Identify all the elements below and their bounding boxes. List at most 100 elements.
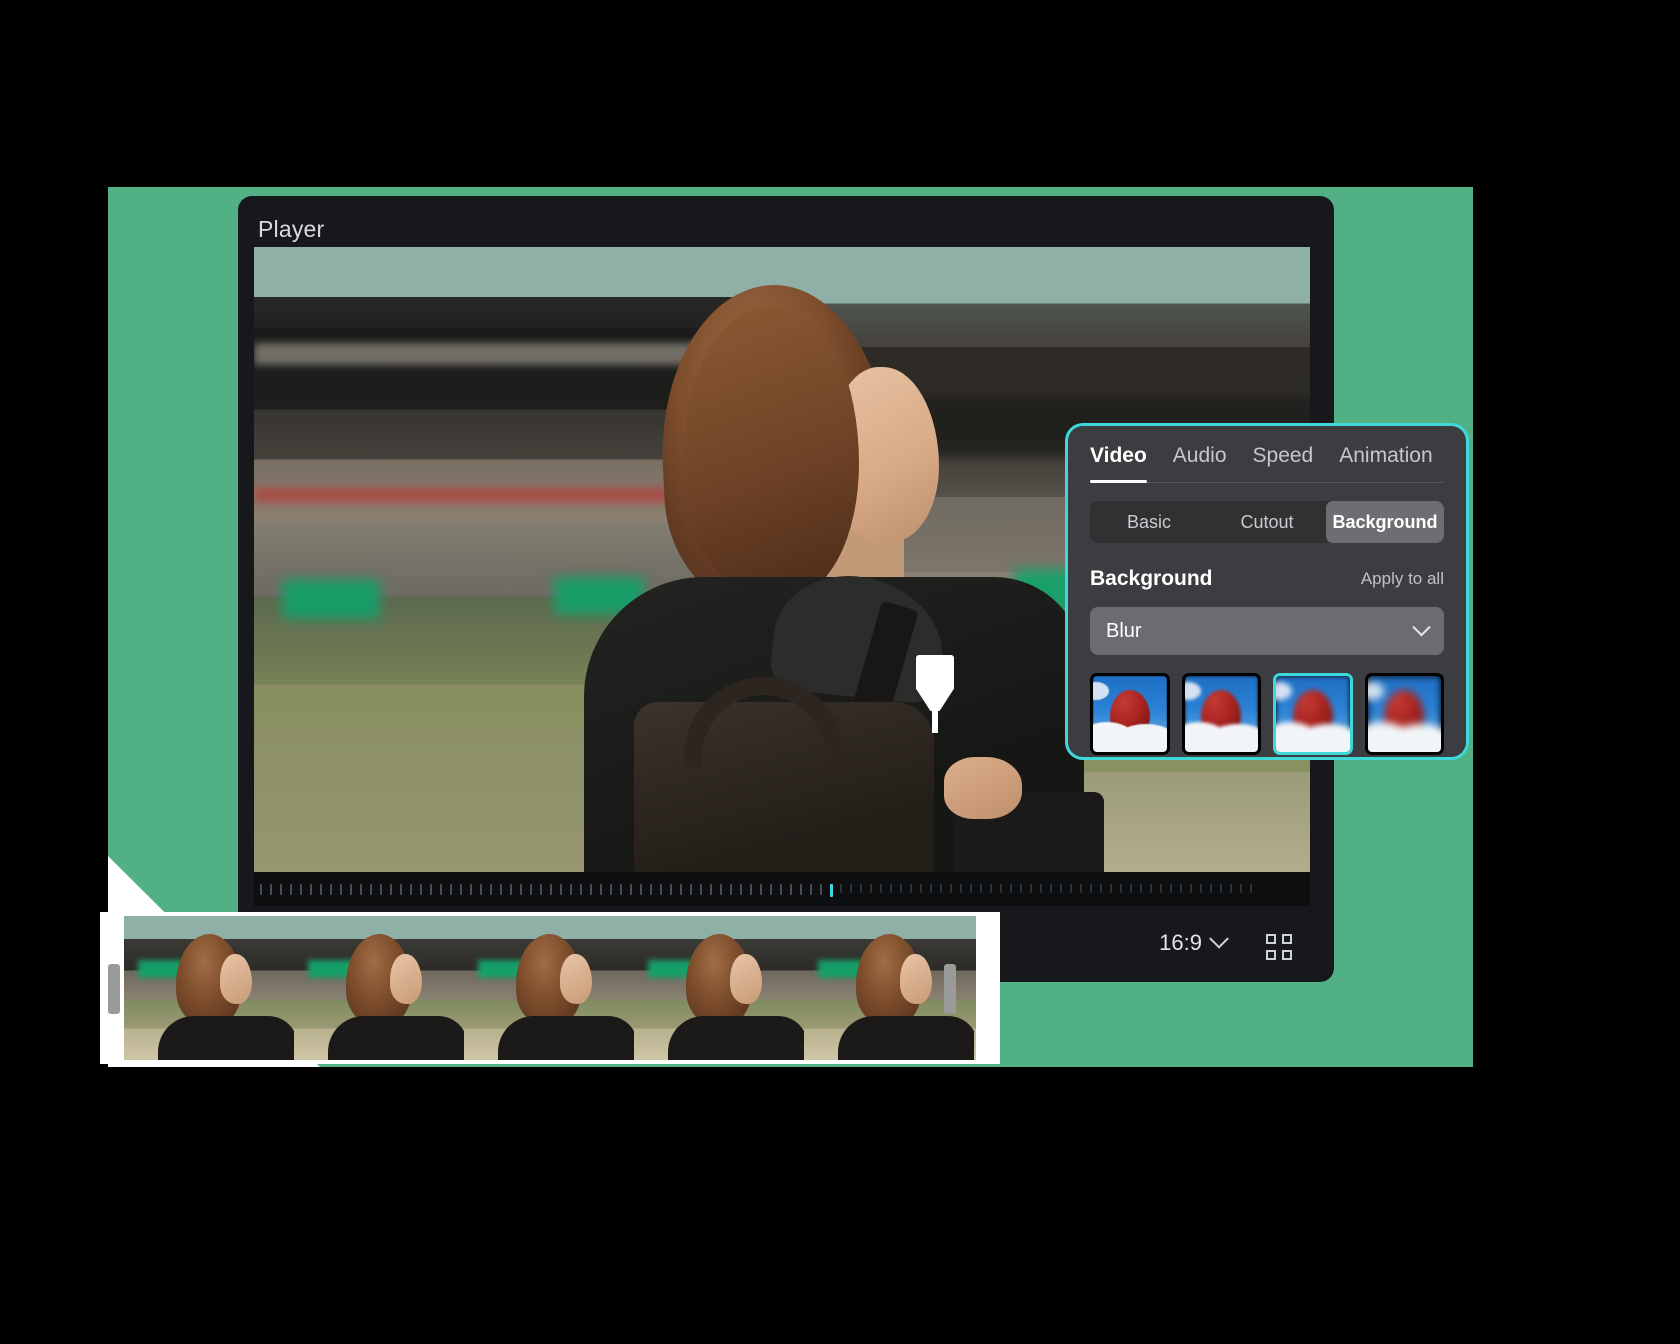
blur-preset-2[interactable] (1181, 673, 1261, 755)
frame-thumbnail (464, 916, 634, 1060)
ruler-tick (500, 884, 510, 896)
settings-segmented-control: Basic Cutout Background (1090, 501, 1444, 543)
tab-animation[interactable]: Animation (1339, 444, 1432, 472)
ruler-tick (750, 884, 760, 896)
trim-handle-right[interactable] (944, 964, 956, 1014)
tab-speed[interactable]: Speed (1253, 444, 1314, 472)
trim-handle-left[interactable] (108, 964, 120, 1014)
ruler-tick (540, 884, 550, 896)
segment-cutout[interactable]: Cutout (1208, 501, 1326, 543)
frame-background (974, 916, 976, 1060)
frame-subject-face (730, 954, 762, 1004)
ruler-tick (1080, 884, 1090, 896)
ruler-tick (1110, 884, 1120, 896)
ruler-tick (370, 884, 380, 896)
blur-preset-3[interactable] (1273, 673, 1353, 755)
ruler-tick (1150, 884, 1160, 896)
ruler-tick (920, 884, 930, 896)
frame-subject-face (220, 954, 252, 1004)
fullscreen-corner-tl (1266, 934, 1276, 944)
ruler-tick (1180, 884, 1190, 896)
ruler-tick (310, 884, 320, 896)
ruler-tick (1230, 884, 1240, 896)
aspect-ratio-button[interactable]: 16:9 (1159, 928, 1229, 956)
ruler-tick (850, 884, 860, 896)
ruler-tick (270, 884, 280, 896)
background-section-header: Background Apply to all (1090, 567, 1444, 591)
ruler-tick (260, 884, 270, 896)
ruler-tick (1060, 884, 1070, 896)
ruler-tick (820, 884, 830, 896)
ruler-tick (570, 884, 580, 896)
ruler-tick (690, 884, 700, 896)
ruler-tick (480, 884, 490, 896)
ruler-tick (490, 884, 500, 896)
ruler-tick (980, 884, 990, 896)
background-type-dropdown[interactable]: Blur (1090, 607, 1444, 655)
segment-basic[interactable]: Basic (1090, 501, 1208, 543)
timeline-ruler[interactable] (254, 872, 1310, 906)
blur-preset-4[interactable] (1364, 673, 1444, 755)
ruler-tick (1190, 884, 1200, 896)
ruler-tick (1030, 884, 1040, 896)
ruler-tick (910, 884, 920, 896)
ruler-tick (620, 884, 630, 896)
ruler-tick (1200, 884, 1210, 896)
ruler-tick (990, 884, 1000, 896)
frame-subject-coat (668, 1016, 804, 1060)
ruler-tick (340, 884, 350, 896)
ruler-tick (880, 884, 890, 896)
ruler-tick (330, 884, 340, 896)
ruler-tick (700, 884, 710, 896)
ruler-tick (840, 884, 850, 896)
tab-video[interactable]: Video (1090, 444, 1147, 483)
frame-subject-coat (328, 1016, 464, 1060)
chevron-down-icon (1209, 928, 1229, 949)
timeline-clip[interactable] (100, 912, 1000, 1064)
ruler-tick (590, 884, 600, 896)
frame-subject-face (560, 954, 592, 1004)
ruler-tick (520, 884, 530, 896)
frame-subject-coat (498, 1016, 634, 1060)
ruler-tick (420, 884, 430, 896)
ruler-tick (680, 884, 690, 896)
balloon-preview (1184, 676, 1259, 752)
balloon-preview (1275, 676, 1350, 752)
ruler-tick (870, 884, 880, 896)
background-type-value: Blur (1106, 619, 1142, 642)
ruler-tick (1220, 884, 1230, 896)
ruler-tick (600, 884, 610, 896)
ruler-tick (380, 884, 390, 896)
fullscreen-corner-tr (1282, 934, 1292, 944)
subject-hand (944, 757, 1022, 819)
ruler-tick (900, 884, 910, 896)
blur-preset-1[interactable] (1090, 673, 1170, 755)
ruler-tick (1130, 884, 1140, 896)
filmstrip-frame (124, 916, 294, 1060)
ruler-ticks (260, 884, 1310, 897)
ruler-tick (1070, 884, 1080, 896)
ruler-tick (650, 884, 660, 896)
ruler-tick (790, 884, 800, 896)
segment-background[interactable]: Background (1326, 501, 1444, 543)
ruler-tick (1000, 884, 1010, 896)
ruler-tick (970, 884, 980, 896)
ruler-tick (740, 884, 750, 896)
apply-to-all-button[interactable]: Apply to all (1361, 569, 1444, 589)
ruler-tick (410, 884, 420, 896)
tab-audio[interactable]: Audio (1173, 444, 1227, 472)
ruler-tick (580, 884, 590, 896)
ruler-tick (1090, 884, 1100, 896)
ruler-tick (1160, 884, 1170, 896)
settings-tabs: Video Audio Speed Animation (1090, 444, 1444, 483)
frame-thumbnail (634, 916, 804, 1060)
ruler-tick (460, 884, 470, 896)
frame-subject-coat (838, 1016, 974, 1060)
ruler-tick (510, 884, 520, 896)
chevron-down-icon (1412, 617, 1431, 636)
fullscreen-icon[interactable] (1266, 934, 1292, 960)
ruler-tick (1040, 884, 1050, 896)
ruler-tick (810, 884, 820, 896)
ruler-tick (930, 884, 940, 896)
ruler-tick (1140, 884, 1150, 896)
